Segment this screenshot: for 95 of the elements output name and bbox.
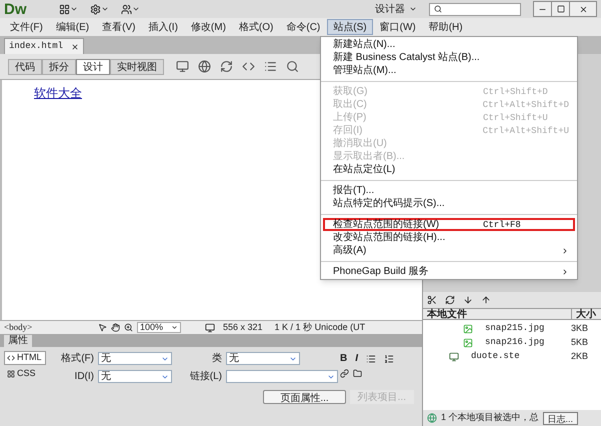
- site-file-icon: [449, 352, 459, 362]
- layout-dropdown[interactable]: [58, 4, 78, 14]
- grid-icon: [7, 370, 15, 378]
- app-logo: Dw: [4, 2, 26, 16]
- panel-button[interactable]: 页面属性...: [263, 390, 346, 404]
- scissors-icon[interactable]: [427, 295, 437, 305]
- select-field[interactable]: 无: [226, 352, 300, 365]
- caret-icon: [70, 5, 78, 13]
- menu-item[interactable]: 格式(O): [232, 19, 280, 35]
- menu-entry[interactable]: 新建 Business Catalyst 站点(B)...: [323, 51, 575, 64]
- properties-tab[interactable]: 属性: [4, 335, 32, 347]
- select-field[interactable]: 无: [98, 352, 172, 365]
- image-file-icon: [463, 338, 473, 348]
- field-label: 类: [211, 352, 222, 366]
- zoom-icon[interactable]: [124, 323, 133, 332]
- menu-entry[interactable]: 高级(A): [323, 244, 575, 257]
- refresh-icon[interactable]: [445, 295, 455, 305]
- mode-button[interactable]: HTML: [4, 351, 46, 365]
- menu-entry[interactable]: PhoneGap Build 服务: [323, 265, 575, 278]
- menu-item[interactable]: 命令(C): [280, 19, 326, 35]
- window-size: 556 x 321: [223, 320, 263, 334]
- italic-button[interactable]: I: [355, 351, 358, 366]
- file-name[interactable]: duote.ste: [471, 350, 571, 364]
- files-status: 1 个本地项目被选中，总: [441, 411, 539, 424]
- menu-item[interactable]: 修改(M): [184, 19, 232, 35]
- code-icon: [7, 354, 15, 362]
- hand-icon[interactable]: [111, 323, 120, 332]
- menu-entry[interactable]: 在站点定位(L): [323, 163, 575, 176]
- view-button[interactable]: 实时视图: [110, 58, 164, 74]
- file-name[interactable]: snap216.jpg: [485, 336, 571, 350]
- site-dropdown[interactable]: [120, 4, 140, 14]
- search-field[interactable]: [429, 2, 521, 16]
- file-size: 3KB: [571, 322, 590, 336]
- ordered-list-icon[interactable]: [384, 354, 394, 364]
- file-name[interactable]: snap215.jpg: [485, 322, 571, 336]
- grid-icon: [58, 4, 70, 14]
- file-size: 2KB: [571, 350, 590, 364]
- field-label: 链接(L): [188, 370, 222, 384]
- caret-icon: [409, 5, 417, 13]
- menu-item[interactable]: 文件(F): [4, 19, 49, 35]
- field-label: 格式(F): [60, 352, 94, 366]
- column-header: 大小: [571, 309, 601, 319]
- list-icon[interactable]: [264, 60, 277, 73]
- field-label: ID(I): [74, 370, 94, 384]
- column-header: 本地文件: [426, 309, 468, 319]
- inspect-icon[interactable]: [286, 60, 299, 73]
- select-field[interactable]: 无: [98, 370, 172, 383]
- unordered-list-icon[interactable]: [366, 354, 376, 364]
- preview-icon[interactable]: [176, 60, 189, 73]
- file-size: 5KB: [571, 336, 590, 350]
- mode-button[interactable]: CSS: [4, 367, 46, 381]
- zoom-select[interactable]: 100%: [137, 322, 181, 333]
- get-icon[interactable]: [463, 295, 473, 305]
- page-link[interactable]: 软件大全: [34, 86, 82, 100]
- bold-button[interactable]: B: [340, 351, 348, 366]
- view-button[interactable]: 拆分: [42, 58, 76, 74]
- log-button[interactable]: 日志...: [542, 412, 578, 424]
- folder-icon[interactable]: [353, 369, 362, 378]
- window-size-icon[interactable]: [205, 322, 215, 332]
- close-icon[interactable]: [71, 42, 80, 50]
- settings-dropdown[interactable]: [90, 4, 108, 14]
- download-info: 1 K / 1 秒 Unicode (UT: [274, 320, 366, 334]
- image-file-icon: [463, 324, 473, 334]
- menu-entry[interactable]: 报告(T)...: [323, 184, 575, 197]
- menu-item[interactable]: 插入(I): [142, 19, 184, 35]
- document-tab[interactable]: index.html: [4, 38, 84, 54]
- link-field[interactable]: [226, 370, 338, 383]
- close-icon: [578, 4, 588, 14]
- code-icon[interactable]: [242, 60, 255, 73]
- menu-item[interactable]: 站点(S): [327, 19, 373, 35]
- maximize-icon: [556, 5, 564, 13]
- menu-entry[interactable]: 站点特定的代码提示(S)...: [323, 197, 575, 210]
- browser-icon[interactable]: [198, 60, 211, 73]
- caret-icon: [132, 5, 140, 13]
- search-icon: [434, 5, 442, 13]
- menu-entry[interactable]: 新建站点(N)...: [323, 38, 575, 51]
- menu-entry[interactable]: 管理站点(M)...: [323, 64, 575, 77]
- workspace-switcher[interactable]: 设计器: [375, 2, 417, 16]
- tag-selector[interactable]: <body>: [4, 320, 94, 334]
- put-icon[interactable]: [481, 295, 491, 305]
- menu-item[interactable]: 编辑(E): [50, 19, 96, 35]
- view-button[interactable]: 设计: [76, 58, 110, 74]
- globe-icon: [427, 413, 437, 423]
- menu-item[interactable]: 窗口(W): [374, 19, 422, 35]
- view-button[interactable]: 代码: [8, 58, 42, 74]
- pointer-icon[interactable]: [98, 323, 107, 332]
- refresh-icon[interactable]: [220, 60, 233, 73]
- menu-entry[interactable]: 检查站点范围的链接(W) Ctrl+F8: [323, 218, 575, 231]
- link-icon[interactable]: [340, 369, 349, 378]
- tab-title: index.html: [9, 40, 64, 53]
- menu-item[interactable]: 查看(V): [96, 19, 142, 35]
- caret-icon: [100, 5, 108, 13]
- menu-entry[interactable]: 改变站点范围的链接(H)...: [323, 231, 575, 244]
- menu-item[interactable]: 帮助(H): [422, 19, 469, 35]
- caret-icon: [171, 324, 178, 331]
